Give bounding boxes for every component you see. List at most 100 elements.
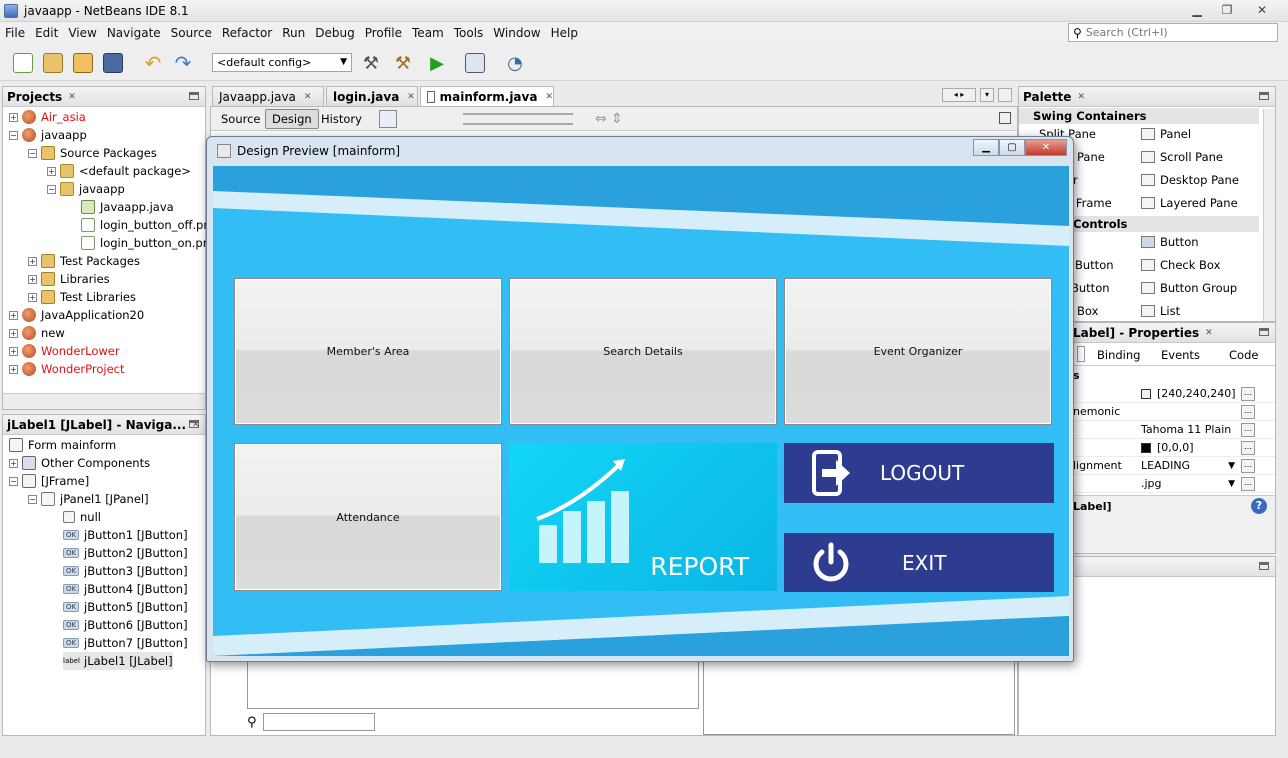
- minimize-icon[interactable]: [189, 92, 199, 100]
- menu-tools[interactable]: Tools: [449, 26, 489, 40]
- tab-mainform-java[interactable]: mainform.java ✕: [420, 86, 554, 106]
- minimize-icon[interactable]: [1259, 562, 1269, 570]
- ellipsis-button[interactable]: …: [1241, 458, 1255, 473]
- minimize-icon[interactable]: [189, 420, 199, 428]
- preview-close-button[interactable]: ✕: [1025, 139, 1067, 156]
- tree-item-air-asia[interactable]: + Air_asia: [9, 108, 86, 126]
- minimize-icon[interactable]: [1259, 328, 1269, 336]
- selection-mode-icon[interactable]: [379, 110, 397, 128]
- tree-item-javaapp-java[interactable]: Javaapp.java: [81, 198, 174, 216]
- nav-item-jpanel1[interactable]: − jPanel1 [JPanel]: [28, 490, 149, 508]
- horizontal-scrollbar[interactable]: [3, 393, 205, 409]
- maximize-editor-button[interactable]: [998, 88, 1012, 102]
- expand-icon[interactable]: +: [9, 364, 18, 374]
- nav-item-other-components[interactable]: + Other Components: [9, 454, 150, 472]
- collapse-icon[interactable]: −: [9, 476, 18, 486]
- palette-item-panel[interactable]: Panel: [1141, 125, 1191, 143]
- tree-item-test-packages[interactable]: + Test Packages: [28, 252, 140, 270]
- tree-item-javaapp-package[interactable]: − javaapp: [47, 180, 125, 198]
- menu-source[interactable]: Source: [166, 26, 217, 40]
- tree-item-default-package[interactable]: + <default package>: [47, 162, 191, 180]
- design-mode-button[interactable]: Design: [265, 109, 319, 129]
- save-all-button[interactable]: [100, 51, 126, 75]
- expand-icon[interactable]: +: [9, 328, 18, 338]
- tree-item-source-packages[interactable]: − Source Packages: [28, 144, 157, 162]
- palette-item-internal-frame[interactable]: l Frame: [1069, 194, 1112, 212]
- palette-item-layered-pane[interactable]: Layered Pane: [1141, 194, 1238, 212]
- tree-item-test-libraries[interactable]: + Test Libraries: [28, 288, 136, 306]
- tab-binding[interactable]: Binding: [1097, 348, 1140, 362]
- preview-maximize-button[interactable]: ▢: [999, 139, 1025, 156]
- connection-mode-icon[interactable]: [403, 110, 421, 128]
- palette-item-scroll-pane[interactable]: Scroll Pane: [1141, 148, 1223, 166]
- history-mode-button[interactable]: History: [315, 109, 368, 129]
- tree-item-javaapplication20[interactable]: + JavaApplication20: [9, 306, 144, 324]
- resize-icon[interactable]: ⇔ ⇕: [595, 111, 623, 127]
- tree-item-wonderlower[interactable]: + WonderLower: [9, 342, 120, 360]
- collapse-icon[interactable]: −: [47, 184, 56, 194]
- quick-search-box[interactable]: ⚲: [1068, 23, 1278, 42]
- nav-item-jbutton6[interactable]: OK jButton6 [JButton]: [63, 616, 188, 634]
- new-project-button[interactable]: [40, 51, 66, 75]
- open-project-button[interactable]: [70, 51, 96, 75]
- nav-item-jbutton1[interactable]: OK jButton1 [JButton]: [63, 526, 188, 544]
- palette-item-toggle-button[interactable]: Button: [1075, 256, 1114, 274]
- expand-icon[interactable]: +: [9, 458, 18, 468]
- menu-team[interactable]: Team: [407, 26, 449, 40]
- expand-icon[interactable]: +: [9, 112, 18, 122]
- ellipsis-button[interactable]: …: [1241, 386, 1255, 401]
- tab-javaapp-java[interactable]: Javaapp.java ✕: [212, 86, 324, 106]
- minimize-icon[interactable]: [1259, 92, 1269, 100]
- tab-code[interactable]: Code: [1229, 348, 1258, 362]
- nav-item-jlabel1[interactable]: label jLabel1 [JLabel]: [63, 652, 173, 670]
- tree-item-wonderproject[interactable]: + WonderProject: [9, 360, 124, 378]
- minimize-button[interactable]: ▁: [1182, 1, 1212, 19]
- tab-login-java[interactable]: login.java ✕: [326, 86, 418, 106]
- tab-properties[interactable]: [1077, 346, 1085, 362]
- source-mode-button[interactable]: Source: [215, 109, 267, 129]
- close-icon[interactable]: ✕: [68, 92, 76, 102]
- nav-item-jbutton7[interactable]: OK jButton7 [JButton]: [63, 634, 188, 652]
- ellipsis-button[interactable]: …: [1241, 476, 1255, 491]
- expand-icon[interactable]: +: [47, 166, 56, 176]
- nav-item-null-layout[interactable]: null: [63, 508, 101, 526]
- tree-item-new[interactable]: + new: [9, 324, 65, 342]
- palette-item-list[interactable]: List: [1141, 302, 1180, 320]
- chevron-down-icon[interactable]: ▼: [1228, 479, 1235, 489]
- members-area-button[interactable]: Member's Area: [234, 278, 502, 425]
- close-icon[interactable]: ✕: [407, 92, 415, 102]
- search-details-button[interactable]: Search Details: [509, 278, 777, 425]
- tree-item-javaapp[interactable]: − javaapp: [9, 126, 87, 144]
- clean-build-button[interactable]: ⚒: [390, 51, 416, 75]
- tree-item-login-off[interactable]: login_button_off.png: [81, 216, 218, 234]
- palette-item-radio-button[interactable]: Button: [1071, 279, 1110, 297]
- search-input[interactable]: [1085, 26, 1256, 39]
- menu-run[interactable]: Run: [277, 26, 310, 40]
- palette-section-swing-containers[interactable]: Swing Containers: [1019, 108, 1259, 124]
- run-button[interactable]: ▶: [424, 51, 450, 75]
- tab-scroll-arrows[interactable]: ◂ ▸: [942, 88, 976, 102]
- tab-events[interactable]: Events: [1161, 348, 1200, 362]
- menu-window[interactable]: Window: [488, 26, 545, 40]
- help-icon[interactable]: ?: [1251, 498, 1267, 514]
- exit-button[interactable]: EXIT: [784, 533, 1054, 592]
- ellipsis-button[interactable]: …: [1241, 440, 1255, 455]
- collapse-icon[interactable]: −: [28, 148, 37, 158]
- nav-item-jbutton3[interactable]: OK jButton3 [JButton]: [63, 562, 188, 580]
- debug-button[interactable]: [462, 51, 488, 75]
- menu-navigate[interactable]: Navigate: [102, 26, 166, 40]
- expand-icon[interactable]: +: [28, 256, 37, 266]
- filter-input[interactable]: [262, 713, 375, 731]
- preview-design-icon[interactable]: [429, 110, 447, 128]
- palette-item-check-box[interactable]: Check Box: [1141, 256, 1220, 274]
- grid-toggle-icon[interactable]: [999, 112, 1011, 124]
- collapse-icon[interactable]: −: [9, 130, 18, 140]
- align-tools-icon[interactable]: [463, 113, 573, 125]
- palette-item-combo-box[interactable]: Box: [1077, 302, 1098, 320]
- undo-button[interactable]: ↶: [140, 51, 166, 75]
- vertical-scrollbar[interactable]: [1263, 109, 1275, 321]
- chevron-down-icon[interactable]: ▼: [1228, 461, 1235, 471]
- close-icon[interactable]: ✕: [1077, 92, 1085, 102]
- close-icon[interactable]: ✕: [545, 92, 553, 102]
- menu-help[interactable]: Help: [546, 26, 583, 40]
